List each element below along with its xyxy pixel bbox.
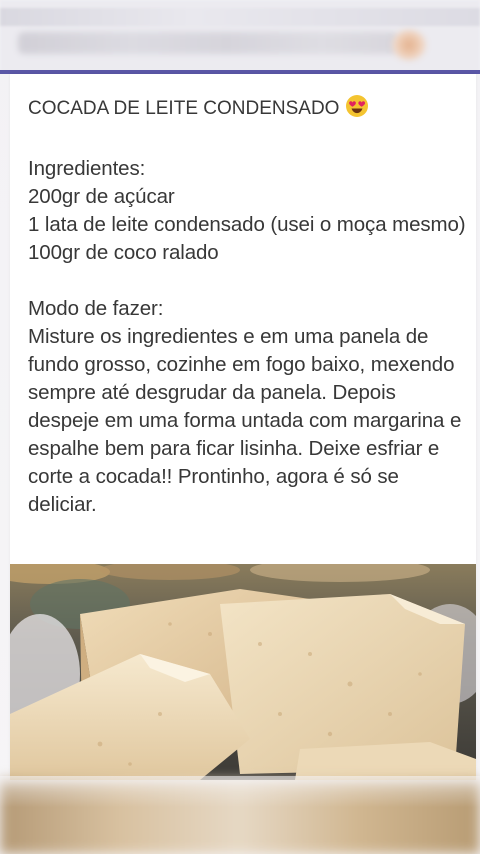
blurred-status-strip [0,8,480,26]
blurred-header [0,0,480,72]
cocada-photo-illustration [10,564,476,780]
method-text: Misture os ingredientes e em uma panela … [28,325,462,516]
recipe-post-card: COCADA DE LEITE CONDENSADO Ingredientes:… [10,74,476,780]
recipe-title-line: COCADA DE LEITE CONDENSADO [28,94,468,127]
cocada-photo [10,564,476,780]
blurred-header-text [18,32,398,54]
ingredient-item: 200gr de açúcar [28,185,175,208]
screen: COCADA DE LEITE CONDENSADO Ingredientes:… [0,0,480,854]
ingredient-item: 100gr de coco ralado [28,241,219,264]
ingredients-heading: Ingredientes: [28,157,146,180]
bottom-fade [0,776,480,854]
recipe-text: COCADA DE LEITE CONDENSADO Ingredientes:… [28,94,468,519]
recipe-title: COCADA DE LEITE CONDENSADO [28,98,340,119]
heart-eyes-emoji-icon [345,94,369,127]
blurred-avatar [392,30,426,60]
method-heading: Modo de fazer: [28,297,164,320]
ingredient-item: 1 lata de leite condensado (usei o moça … [28,213,466,236]
